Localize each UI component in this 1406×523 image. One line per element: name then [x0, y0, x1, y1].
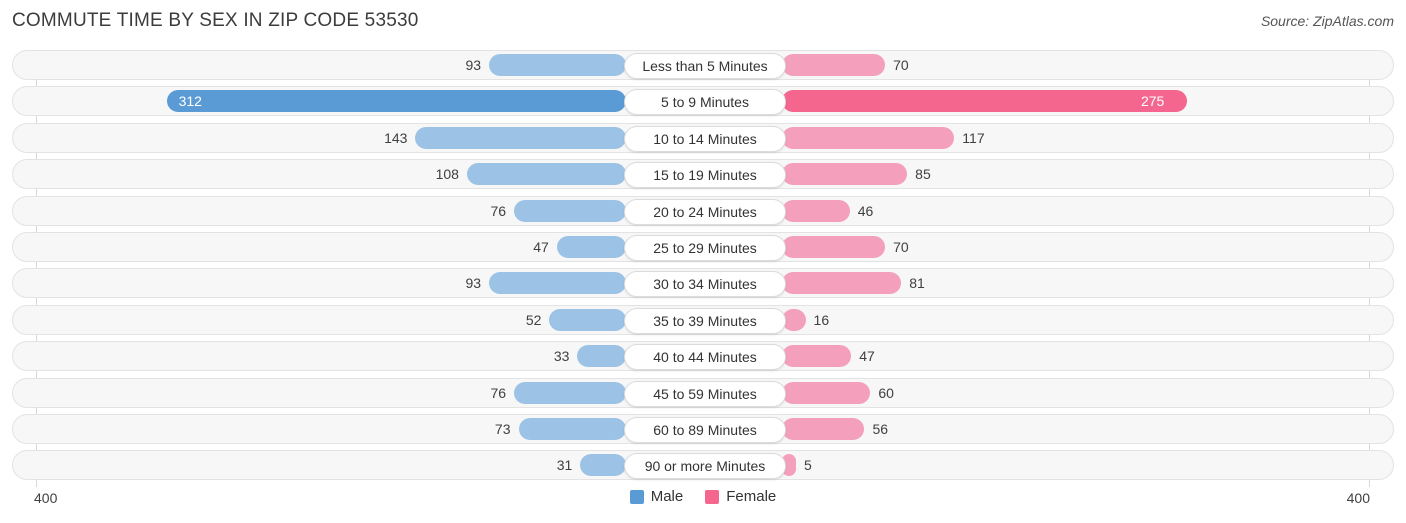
legend-item-male[interactable]: Male — [629, 488, 684, 505]
table-row[interactable]: 93 81 30 to 34 Minutes — [12, 268, 1394, 298]
table-row[interactable]: 76 46 20 to 24 Minutes — [12, 196, 1394, 226]
legend-item-female[interactable]: Female — [705, 488, 776, 505]
value-label-male: 33 — [553, 348, 570, 364]
table-row[interactable]: 312 275 5 to 9 Minutes — [12, 86, 1394, 116]
commute-time-by-sex-chart: COMMUTE TIME BY SEX IN ZIP CODE 53530 So… — [0, 0, 1406, 523]
value-label-male: 143 — [384, 130, 408, 146]
value-label-female: 56 — [872, 421, 889, 437]
bar-male[interactable] — [489, 272, 626, 294]
bar-male[interactable] — [580, 454, 626, 476]
bar-female[interactable] — [782, 236, 886, 258]
bar-female[interactable] — [782, 418, 865, 440]
bar-male[interactable] — [514, 200, 626, 222]
value-label-female: 275 — [1140, 93, 1165, 109]
value-label-female: 60 — [878, 385, 894, 401]
bar-male[interactable] — [518, 418, 626, 440]
table-row[interactable]: 93 70 Less than 5 Minutes — [12, 50, 1394, 80]
table-row[interactable]: 76 60 45 to 59 Minutes — [12, 378, 1394, 408]
value-label-male: 47 — [533, 239, 549, 255]
bar-male[interactable] — [166, 90, 626, 112]
value-label-female: 16 — [813, 312, 830, 328]
value-label-male: 52 — [525, 312, 542, 328]
plot-area: 93 70 Less than 5 Minutes 312 275 5 to 9 Minu… — [12, 50, 1394, 487]
category-label[interactable]: 30 to 34 Minutes — [624, 271, 786, 297]
source-attribution: Source: ZipAtlas.com — [1260, 13, 1394, 29]
legend-swatch-male-icon — [629, 489, 644, 504]
value-label-male: 93 — [465, 57, 482, 73]
category-label[interactable]: 60 to 89 Minutes — [624, 417, 786, 443]
category-label[interactable]: 10 to 14 Minutes — [624, 126, 786, 152]
bar-male[interactable] — [549, 309, 626, 331]
legend-label-female: Female — [726, 488, 777, 505]
bar-male[interactable] — [466, 163, 626, 185]
bar-female[interactable] — [782, 90, 1187, 112]
bar-male[interactable] — [514, 382, 626, 404]
value-label-female: 117 — [962, 130, 985, 146]
category-label[interactable]: Less than 5 Minutes — [624, 53, 786, 79]
value-label-male: 93 — [465, 275, 482, 291]
value-label-male: 31 — [556, 457, 573, 473]
category-label[interactable]: 15 to 19 Minutes — [624, 162, 786, 188]
table-row[interactable]: 108 85 15 to 19 Minutes — [12, 159, 1394, 189]
value-label-female: 46 — [857, 203, 874, 219]
category-label[interactable]: 5 to 9 Minutes — [624, 89, 786, 115]
value-label-male: 312 — [178, 93, 202, 109]
table-row[interactable]: 33 47 40 to 44 Minutes — [12, 341, 1394, 371]
bar-female[interactable] — [782, 382, 871, 404]
table-row[interactable]: 73 56 60 to 89 Minutes — [12, 414, 1394, 444]
category-label[interactable]: 25 to 29 Minutes — [624, 235, 786, 261]
bar-female[interactable] — [782, 54, 886, 76]
category-label[interactable]: 45 to 59 Minutes — [624, 381, 786, 407]
category-label[interactable]: 90 or more Minutes — [624, 453, 786, 479]
value-label-male: 73 — [494, 421, 511, 437]
bar-male[interactable] — [415, 127, 626, 149]
bar-female[interactable] — [782, 200, 850, 222]
category-label[interactable]: 40 to 44 Minutes — [624, 344, 786, 370]
bar-female[interactable] — [782, 345, 852, 367]
category-label[interactable]: 20 to 24 Minutes — [624, 199, 786, 225]
value-label-female: 70 — [893, 57, 909, 73]
legend-label-male: Male — [650, 488, 684, 505]
bar-female[interactable] — [782, 127, 955, 149]
bar-male[interactable] — [556, 236, 626, 258]
table-row[interactable]: 47 70 25 to 29 Minutes — [12, 232, 1394, 262]
bar-female[interactable] — [782, 272, 902, 294]
legend-swatch-female-icon — [705, 489, 720, 504]
value-label-female: 47 — [859, 348, 875, 364]
value-label-female: 81 — [909, 275, 925, 291]
bar-male[interactable] — [577, 345, 626, 367]
value-label-male: 76 — [490, 203, 507, 219]
value-label-male: 76 — [490, 385, 507, 401]
table-row[interactable]: 52 16 35 to 39 Minutes — [12, 305, 1394, 335]
value-label-female: 70 — [893, 239, 909, 255]
bar-male[interactable] — [489, 54, 626, 76]
value-label-female: 5 — [804, 457, 812, 473]
value-label-female: 85 — [915, 166, 931, 182]
page-title: COMMUTE TIME BY SEX IN ZIP CODE 53530 — [12, 10, 419, 31]
chart-legend: Male Female — [0, 488, 1406, 505]
bar-female[interactable] — [782, 163, 908, 185]
table-row[interactable]: 143 117 10 to 14 Minutes — [12, 123, 1394, 153]
table-row[interactable]: 31 5 90 or more Minutes — [12, 450, 1394, 480]
category-label[interactable]: 35 to 39 Minutes — [624, 308, 786, 334]
value-label-male: 108 — [435, 166, 459, 182]
